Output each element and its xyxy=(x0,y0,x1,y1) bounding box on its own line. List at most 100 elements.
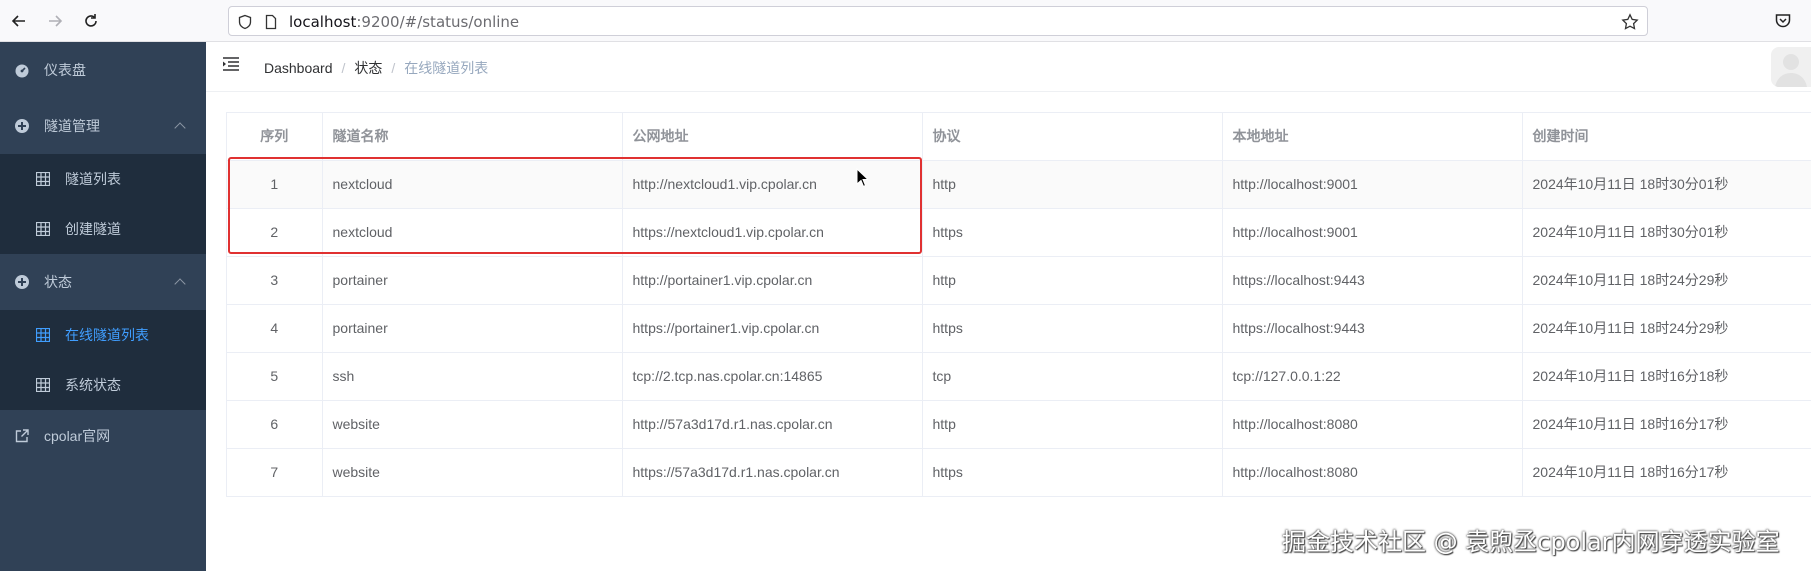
sidebar-item-label: 在线隧道列表 xyxy=(65,327,149,343)
cell-created: 2024年10月11日 18时16分18秒 xyxy=(1522,352,1811,401)
column-header-index: 序列 xyxy=(227,113,323,161)
address-bar[interactable]: localhost:9200/#/status/online xyxy=(228,6,1648,36)
cell-name: website xyxy=(322,400,623,449)
table-row[interactable]: 4 portainer https://portainer1.vip.cpola… xyxy=(227,304,1811,353)
cell-local-addr: https://localhost:9443 xyxy=(1222,256,1523,305)
table-row[interactable]: 5 ssh tcp://2.tcp.nas.cpolar.cn:14865 tc… xyxy=(227,352,1811,401)
column-header-created: 创建时间 xyxy=(1522,113,1811,161)
star-icon[interactable] xyxy=(1621,13,1639,31)
page-icon[interactable] xyxy=(263,14,279,30)
sidebar-item-create-tunnel[interactable]: 创建隧道 xyxy=(0,204,206,254)
pocket-icon[interactable] xyxy=(1774,12,1792,30)
cell-name: portainer xyxy=(322,304,623,353)
breadcrumb: Dashboard / 状态 / 在线隧道列表 xyxy=(264,58,488,78)
column-header-protocol: 协议 xyxy=(922,113,1223,161)
cell-index: 3 xyxy=(227,256,323,305)
cell-protocol: http xyxy=(922,400,1223,449)
sidebar-item-tunnel-list[interactable]: 隧道列表 xyxy=(0,154,206,204)
cell-index: 2 xyxy=(227,208,323,257)
cell-index: 6 xyxy=(227,400,323,449)
breadcrumb-separator: / xyxy=(341,60,346,76)
external-link-icon xyxy=(15,429,29,443)
sidebar-item-dashboard[interactable]: 仪表盘 xyxy=(0,42,206,98)
cell-index: 5 xyxy=(227,352,323,401)
shield-icon[interactable] xyxy=(237,14,253,30)
breadcrumb-home[interactable]: Dashboard xyxy=(264,60,333,76)
sidebar-item-system-status[interactable]: 系统状态 xyxy=(0,360,206,410)
grid-icon xyxy=(36,328,50,342)
table-header-row: 序列 隧道名称 公网地址 协议 本地地址 创建时间 xyxy=(227,113,1811,161)
sidebar-item-status[interactable]: 状态 xyxy=(0,254,206,310)
submenu-status: 在线隧道列表 系统状态 xyxy=(0,310,206,410)
cell-created: 2024年10月11日 18时30分01秒 xyxy=(1522,208,1811,257)
column-header-local-addr: 本地地址 xyxy=(1222,113,1523,161)
cell-name: nextcloud xyxy=(322,160,623,209)
breadcrumb-current: 在线隧道列表 xyxy=(404,60,489,76)
reload-button[interactable] xyxy=(80,10,102,32)
avatar[interactable] xyxy=(1771,47,1811,87)
cell-protocol: http xyxy=(922,160,1223,209)
grid-icon xyxy=(36,222,50,236)
sidebar-item-label: 创建隧道 xyxy=(65,221,121,237)
cell-created: 2024年10月11日 18时24分29秒 xyxy=(1522,256,1811,305)
sidebar-item-online-tunnels[interactable]: 在线隧道列表 xyxy=(0,310,206,360)
table-row[interactable]: 7 website https://57a3d17d.r1.nas.cpolar… xyxy=(227,448,1811,497)
table-row[interactable]: 1 nextcloud http://nextcloud1.vip.cpolar… xyxy=(227,160,1811,209)
cell-protocol: https xyxy=(922,208,1223,257)
watermark-text: 掘金技术社区 @ 袁煦丞cpolar内网穿透实验室 xyxy=(1282,528,1780,556)
cell-index: 4 xyxy=(227,304,323,353)
user-avatar-icon xyxy=(1775,54,1807,87)
forward-button[interactable] xyxy=(44,10,66,32)
cell-local-addr: tcp://127.0.0.1:22 xyxy=(1222,352,1523,401)
submenu-tunnel: 隧道列表 创建隧道 xyxy=(0,154,206,254)
cell-name: website xyxy=(322,448,623,497)
hamburger-icon[interactable] xyxy=(222,56,240,72)
grid-icon xyxy=(36,378,50,392)
cell-created: 2024年10月11日 18时24分29秒 xyxy=(1522,304,1811,353)
cell-protocol: https xyxy=(922,304,1223,353)
cell-created: 2024年10月11日 18时30分01秒 xyxy=(1522,160,1811,209)
cell-index: 7 xyxy=(227,448,323,497)
dashboard-icon xyxy=(15,64,29,78)
cell-created: 2024年10月11日 18时16分17秒 xyxy=(1522,400,1811,449)
breadcrumb-section: 状态 xyxy=(354,60,383,76)
sidebar-item-cpolar-site[interactable]: cpolar官网 xyxy=(0,410,206,462)
cell-local-addr: http://localhost:8080 xyxy=(1222,448,1523,497)
cell-public-url: tcp://2.tcp.nas.cpolar.cn:14865 xyxy=(622,352,923,401)
url-text: localhost:9200/#/status/online xyxy=(289,13,520,31)
sidebar-item-tunnel-manage[interactable]: 隧道管理 xyxy=(0,98,206,154)
chevron-up-icon xyxy=(174,122,186,134)
status-icon xyxy=(15,275,29,289)
tunnel-table: 序列 隧道名称 公网地址 协议 本地地址 创建时间 1 nextcloud ht… xyxy=(226,112,1811,497)
column-header-name: 隧道名称 xyxy=(322,113,623,161)
cell-name: nextcloud xyxy=(322,208,623,257)
cell-name: portainer xyxy=(322,256,623,305)
cell-protocol: http xyxy=(922,256,1223,305)
back-button[interactable] xyxy=(8,10,30,32)
table-row[interactable]: 3 portainer http://portainer1.vip.cpolar… xyxy=(227,256,1811,305)
column-header-public-url: 公网地址 xyxy=(622,113,923,161)
cell-public-url: https://nextcloud1.vip.cpolar.cn xyxy=(622,208,923,257)
cell-created: 2024年10月11日 18时16分17秒 xyxy=(1522,448,1811,497)
cell-public-url: https://57a3d17d.r1.nas.cpolar.cn xyxy=(622,448,923,497)
sidebar-item-label: 仪表盘 xyxy=(44,62,86,78)
cell-public-url: http://portainer1.vip.cpolar.cn xyxy=(622,256,923,305)
cell-local-addr: https://localhost:9443 xyxy=(1222,304,1523,353)
sidebar: 仪表盘 隧道管理 隧道列表 创建隧道 状态 在线隧道列表 系统状态 cpolar… xyxy=(0,42,206,571)
sidebar-item-label: 隧道列表 xyxy=(65,171,121,187)
top-navbar: Dashboard / 状态 / 在线隧道列表 xyxy=(206,42,1811,92)
sidebar-item-label: 状态 xyxy=(44,274,72,290)
arrow-right-icon xyxy=(49,15,63,27)
tunnel-table-grid: 序列 隧道名称 公网地址 协议 本地地址 创建时间 1 nextcloud ht… xyxy=(227,113,1811,497)
cell-public-url: http://57a3d17d.r1.nas.cpolar.cn xyxy=(622,400,923,449)
breadcrumb-separator: / xyxy=(391,60,396,76)
cell-public-url: https://portainer1.vip.cpolar.cn xyxy=(622,304,923,353)
table-row[interactable]: 6 website http://57a3d17d.r1.nas.cpolar.… xyxy=(227,400,1811,449)
cell-index: 1 xyxy=(227,160,323,209)
sidebar-item-label: 隧道管理 xyxy=(44,118,100,134)
cell-local-addr: http://localhost:8080 xyxy=(1222,400,1523,449)
cell-name: ssh xyxy=(322,352,623,401)
cell-public-url: http://nextcloud1.vip.cpolar.cn xyxy=(622,160,923,209)
table-row[interactable]: 2 nextcloud https://nextcloud1.vip.cpola… xyxy=(227,208,1811,257)
arrow-left-icon xyxy=(11,15,25,27)
